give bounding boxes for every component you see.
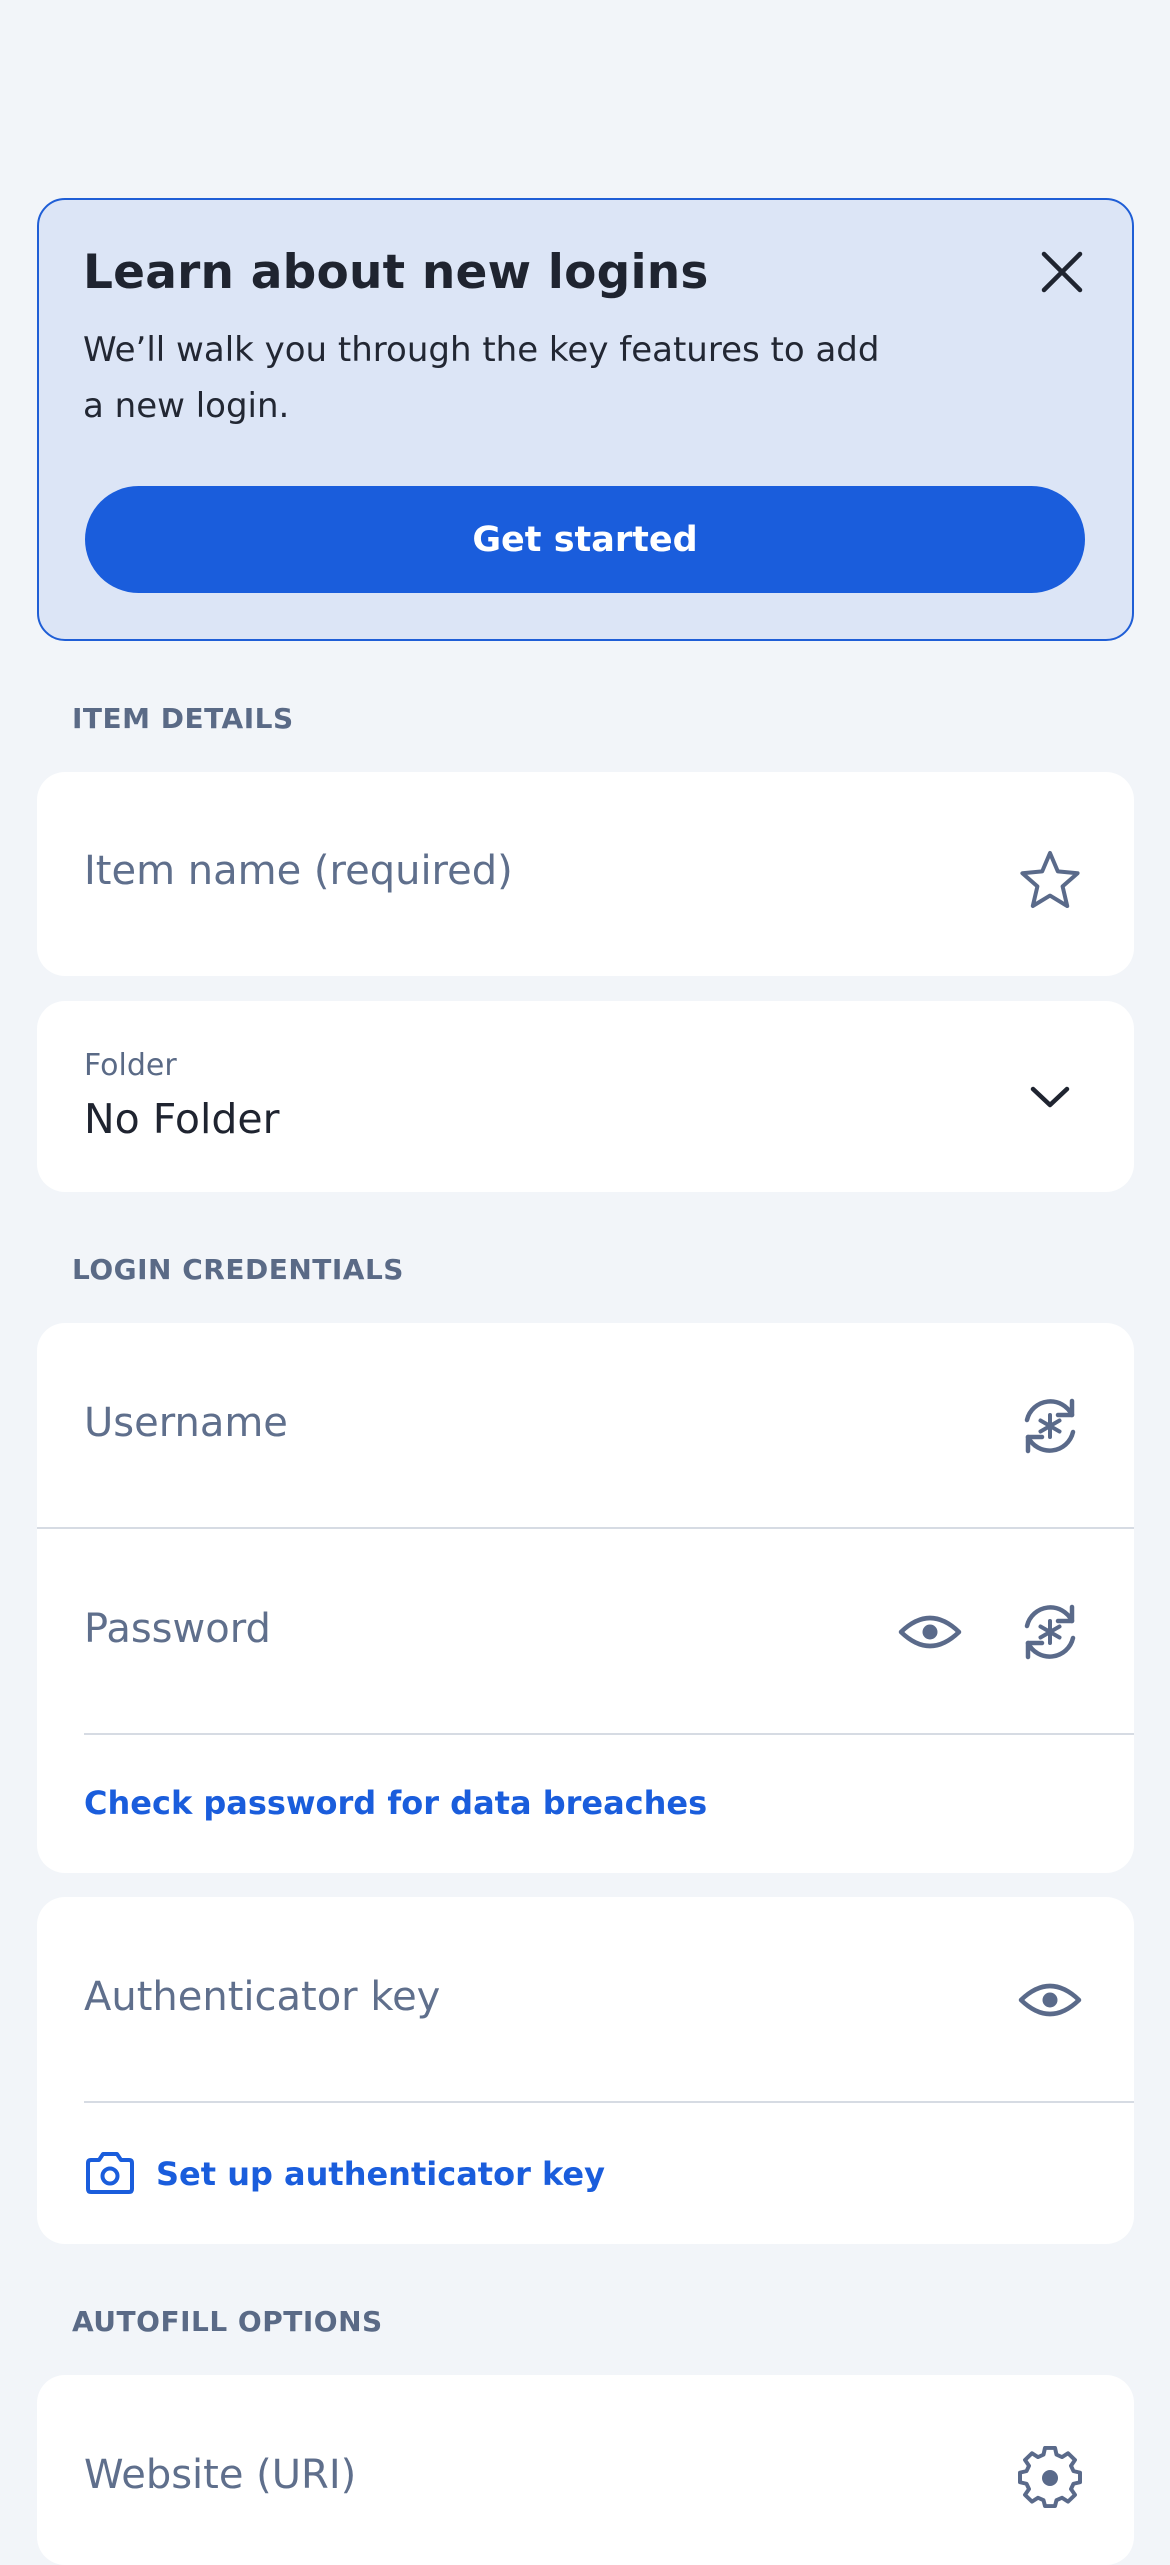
folder-value: No Folder <box>84 1095 280 1143</box>
folder-dropdown-button[interactable] <box>1020 1072 1080 1122</box>
eye-icon <box>898 1615 962 1649</box>
favorite-button[interactable] <box>1010 840 1090 920</box>
generate-username-button[interactable] <box>1010 1386 1090 1466</box>
get-started-button[interactable]: Get started <box>85 486 1085 593</box>
setup-authenticator-camera[interactable] <box>84 2151 140 2197</box>
password-divider <box>84 1733 1134 1735</box>
camera-icon <box>86 2152 134 2194</box>
section-autofill-options: AUTOFILL OPTIONS <box>72 2305 383 2338</box>
gear-icon <box>1018 2446 1082 2508</box>
show-authenticator-key-button[interactable] <box>1010 1960 1090 2040</box>
item-name-input[interactable]: Item name (required) <box>84 848 513 894</box>
folder-label: Folder <box>84 1048 177 1083</box>
show-password-button[interactable] <box>890 1592 970 1672</box>
authenticator-key-input[interactable]: Authenticator key <box>84 1974 440 2020</box>
banner-title: Learn about new logins <box>83 245 709 300</box>
close-icon <box>1041 251 1083 293</box>
authenticator-divider <box>84 2101 1134 2103</box>
close-banner-button[interactable] <box>1030 240 1094 304</box>
check-password-breaches-link[interactable]: Check password for data breaches <box>84 1784 707 1822</box>
username-divider <box>37 1527 1134 1529</box>
banner-description: We’ll walk you through the key features … <box>83 330 880 426</box>
section-item-details: ITEM DETAILS <box>72 702 294 735</box>
section-login-credentials: LOGIN CREDENTIALS <box>72 1253 404 1286</box>
eye-icon <box>1018 1983 1082 2017</box>
generate-icon <box>1024 1398 1076 1454</box>
website-uri-input[interactable]: Website (URI) <box>84 2452 356 2498</box>
password-input[interactable]: Password <box>84 1606 271 1652</box>
setup-authenticator-key-link[interactable]: Set up authenticator key <box>156 2155 605 2193</box>
star-icon <box>1020 851 1080 908</box>
generate-icon <box>1024 1604 1076 1660</box>
chevron-down-icon <box>1030 1086 1070 1108</box>
username-input[interactable]: Username <box>84 1400 288 1446</box>
generate-password-button[interactable] <box>1010 1592 1090 1672</box>
uri-settings-button[interactable] <box>1010 2438 1090 2518</box>
